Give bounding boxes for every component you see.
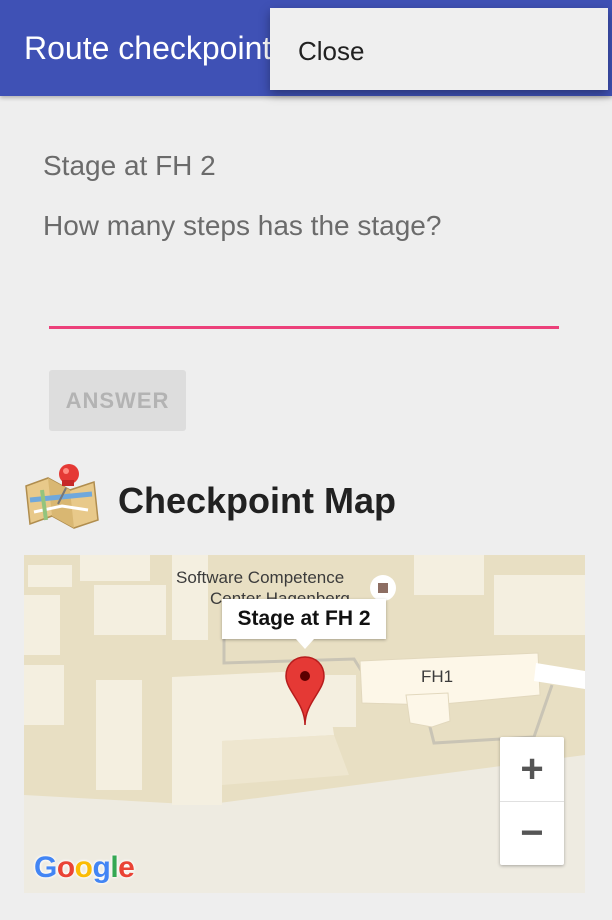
google-logo: Google [34,851,135,884]
map-poi-label: Software Competence [176,568,345,587]
marker-info-window[interactable]: Stage at FH 2 [222,599,386,649]
menu-item-close[interactable]: Close [298,36,364,67]
zoom-controls: + − [500,737,564,865]
overflow-menu: Close [270,8,608,90]
folded-map-with-pin-icon [22,460,100,532]
location-pin-icon[interactable] [284,655,326,727]
zoom-in-button[interactable]: + [500,737,564,802]
checkpoint-map[interactable]: Software Competence Center Hagenberg FH1… [24,555,585,893]
zoom-out-button[interactable]: − [500,801,564,865]
answer-input[interactable] [49,280,559,329]
checkpoint-question: How many steps has the stage? [43,210,442,241]
poi-marker-icon[interactable] [370,575,396,601]
checkpoint-title: Stage at FH 2 [43,150,216,181]
building-label: FH1 [421,667,454,686]
app-title: Route checkpoint [24,30,272,66]
map-section-title: Checkpoint Map [118,480,397,521]
answer-button[interactable]: ANSWER [49,370,186,431]
